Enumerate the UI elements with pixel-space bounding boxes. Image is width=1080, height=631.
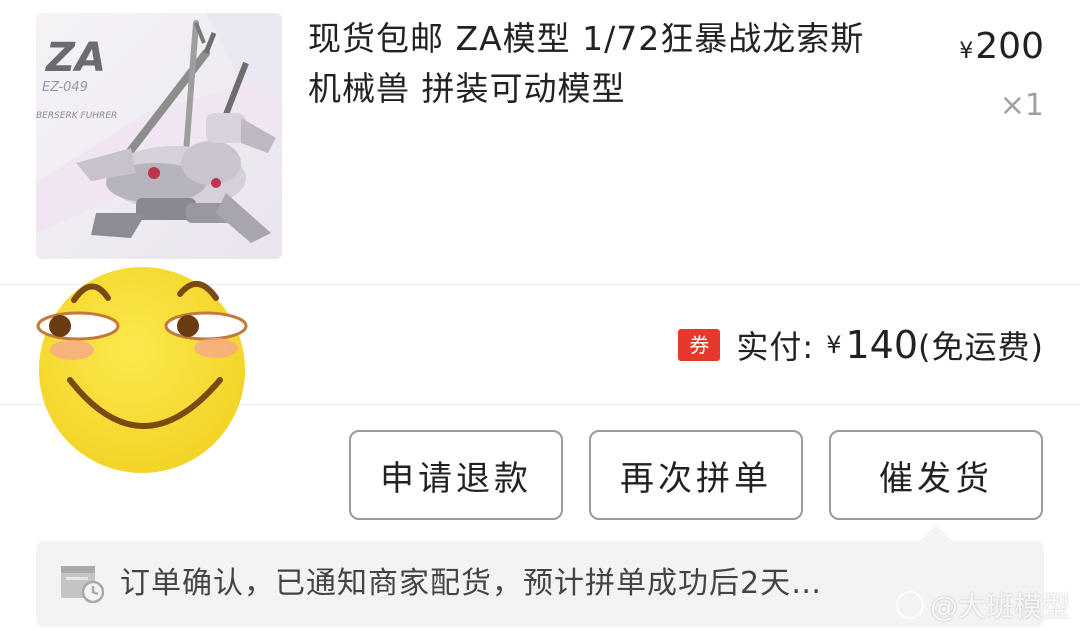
watermark: @大班模型	[895, 585, 1070, 625]
paid-label: 实付:	[736, 328, 815, 366]
product-price-value: 200	[975, 26, 1044, 67]
product-price: ¥200	[959, 26, 1044, 67]
product-price-symbol: ¥	[959, 39, 974, 64]
product-image-logo: ZA	[44, 35, 106, 81]
smirk-emoji-icon	[36, 267, 248, 473]
urge-shipping-button[interactable]: 催发货	[829, 430, 1043, 520]
apply-refund-button[interactable]: 申请退款	[349, 430, 563, 520]
product-image: ZA EZ-049 BERSERK FUHRER	[36, 13, 282, 259]
product-image-code: EZ-049	[42, 80, 88, 95]
paid-amount: 140	[845, 323, 919, 367]
payment-summary: 券 实付: ¥ 140 (免运费)	[678, 322, 1044, 368]
product-thumbnail[interactable]: ZA EZ-049 BERSERK FUHRER	[36, 13, 282, 259]
notice-text: 订单确认，已通知商家配货，预计拼单成功后2天…	[120, 566, 823, 601]
coupon-badge: 券	[678, 329, 721, 361]
product-quantity: ×1	[999, 88, 1044, 123]
paid-currency: ¥	[826, 331, 842, 359]
order-product-row[interactable]: ZA EZ-049 BERSERK FUHRER 现货包邮 ZA模型 1/72狂…	[0, 0, 1080, 284]
weibo-camera-icon	[895, 591, 924, 619]
order-status-notice[interactable]: 订单确认，已通知商家配货，预计拼单成功后2天…	[36, 541, 1044, 627]
product-title[interactable]: 现货包邮 ZA模型 1/72狂暴战龙索斯机械兽 拼装可动模型	[308, 14, 898, 114]
product-image-subtitle: BERSERK FUHRER	[36, 111, 117, 121]
calendar-clock-icon	[61, 566, 104, 603]
group-buy-again-button[interactable]: 再次拼单	[589, 430, 803, 520]
shipping-note: (免运费)	[918, 328, 1044, 366]
notice-pointer	[920, 525, 952, 541]
watermark-text: @大班模型	[929, 590, 1070, 623]
